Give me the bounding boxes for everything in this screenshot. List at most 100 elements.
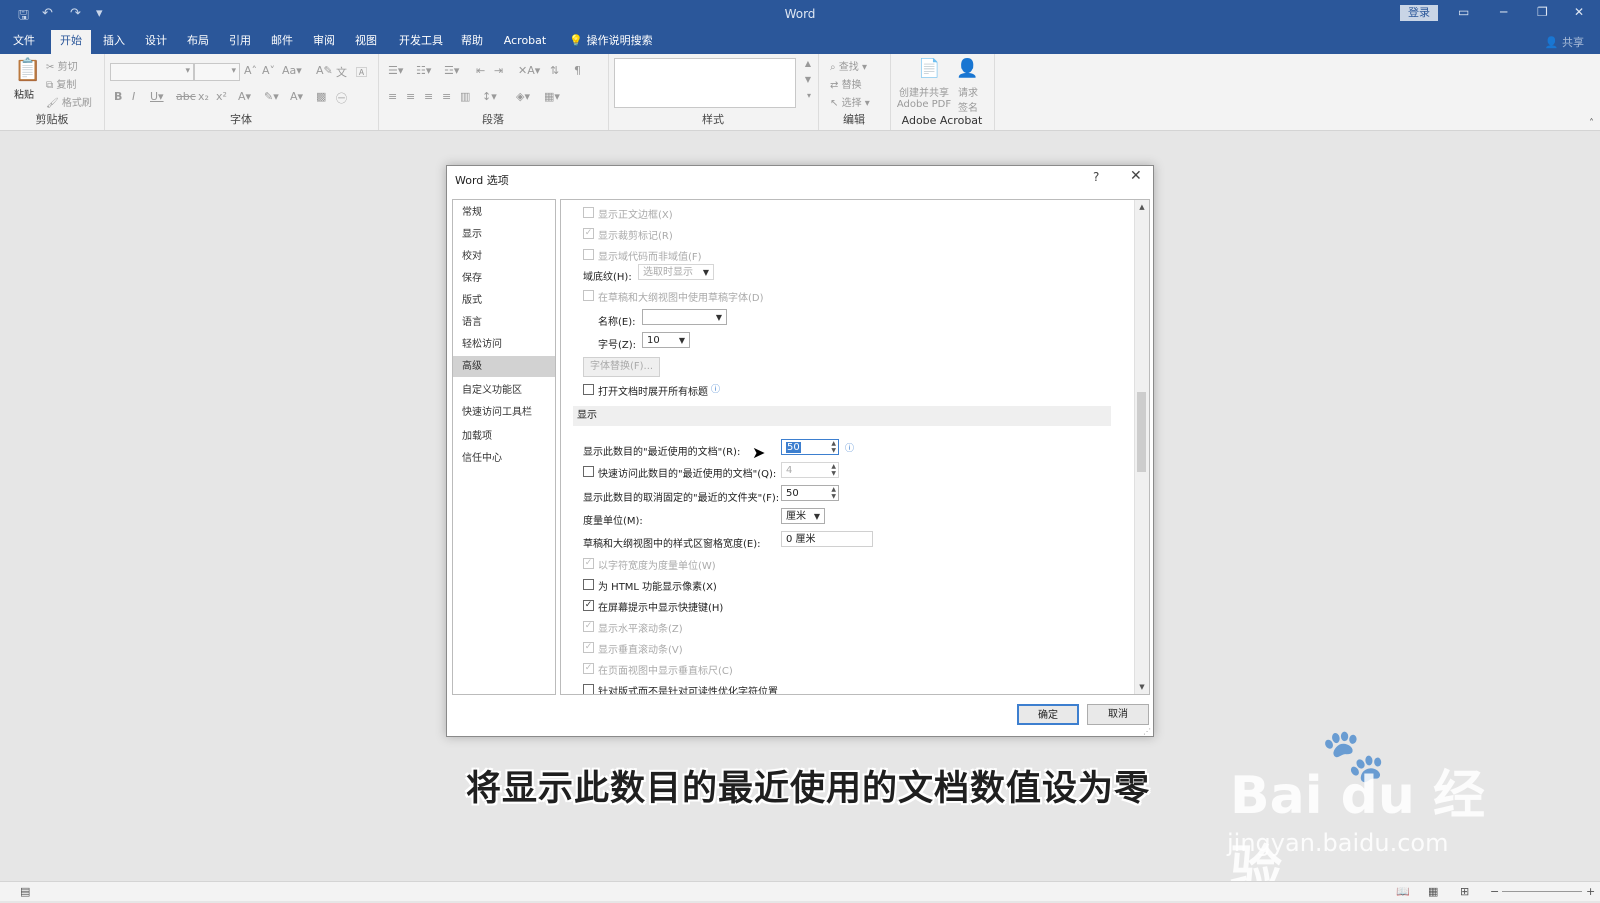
- tab-home[interactable]: 开始: [51, 30, 91, 54]
- nav-advanced[interactable]: 高级: [453, 356, 555, 377]
- nav-language[interactable]: 语言: [453, 312, 555, 333]
- clear-format-icon[interactable]: A✎: [316, 64, 333, 77]
- scroll-up-icon[interactable]: ▲: [1135, 200, 1149, 214]
- asian-layout-icon[interactable]: ✕A▾: [518, 64, 540, 77]
- zoom-slider[interactable]: [1502, 891, 1582, 892]
- create-pdf-icon[interactable]: 📄: [918, 58, 940, 79]
- styles-gallery[interactable]: ▲ ▼ ▾: [614, 58, 811, 108]
- superscript-icon[interactable]: x²: [216, 90, 227, 103]
- restore-icon[interactable]: ❐: [1537, 5, 1548, 19]
- checkbox-horizontal-scroll[interactable]: ✓: [583, 621, 594, 632]
- tell-me-search[interactable]: 💡 操作说明搜索: [566, 30, 656, 54]
- checkbox-optimize-layout[interactable]: [583, 684, 594, 694]
- units-select[interactable]: 厘米 ▼: [781, 508, 825, 524]
- text-effects-icon[interactable]: A▾: [238, 90, 251, 103]
- bullets-icon[interactable]: ☰▾: [388, 64, 403, 77]
- nav-display[interactable]: 显示: [453, 224, 555, 245]
- distributed-icon[interactable]: ▥: [460, 90, 470, 103]
- checkbox-vertical-ruler[interactable]: ✓: [583, 663, 594, 674]
- checkbox-text-boundaries[interactable]: [583, 207, 594, 218]
- zoom-out-icon[interactable]: −: [1490, 885, 1499, 898]
- enclose-char-icon[interactable]: ㊀: [336, 90, 347, 106]
- create-pdf-label[interactable]: 创建并共享 Adobe PDF: [896, 84, 952, 110]
- checkbox-quick-access-recent[interactable]: [583, 466, 594, 477]
- resize-grip-icon[interactable]: ⋰: [1143, 727, 1151, 736]
- scroll-down-icon[interactable]: ▼: [1135, 680, 1149, 694]
- find-button[interactable]: ⌕ 查找 ▾: [830, 58, 867, 73]
- cancel-button[interactable]: 取消: [1087, 704, 1149, 725]
- nav-typography[interactable]: 版式: [453, 290, 555, 311]
- grow-font-icon[interactable]: A˄: [244, 64, 257, 77]
- web-layout-icon[interactable]: ⊞: [1460, 885, 1469, 898]
- nav-add-ins[interactable]: 加载项: [453, 426, 555, 447]
- nav-trust-center[interactable]: 信任中心: [453, 448, 555, 469]
- tab-design[interactable]: 设计: [138, 30, 174, 54]
- ribbon-display-icon[interactable]: ▭: [1458, 5, 1469, 19]
- login-button[interactable]: 登录: [1400, 5, 1438, 21]
- line-spacing-icon[interactable]: ↕▾: [482, 90, 497, 103]
- font-color-icon[interactable]: A▾: [290, 90, 303, 103]
- scroll-thumb[interactable]: [1137, 392, 1146, 472]
- recent-docs-input[interactable]: 50 ▲ ▼: [781, 439, 839, 455]
- highlight-icon[interactable]: ✎▾: [264, 90, 279, 103]
- paste-label[interactable]: 粘贴: [14, 86, 34, 101]
- borders-icon[interactable]: ▦▾: [544, 90, 560, 103]
- font-name-select[interactable]: ▼: [642, 309, 727, 325]
- recent-folders-input[interactable]: 50 ▲ ▼: [781, 485, 839, 501]
- share-button[interactable]: 👤 共享: [1545, 34, 1584, 50]
- tab-help[interactable]: 帮助: [454, 30, 490, 54]
- copy-button[interactable]: ⧉ 复制: [46, 76, 76, 91]
- checkbox-char-width-units[interactable]: ✓: [583, 558, 594, 569]
- help-icon[interactable]: ?: [1093, 170, 1099, 184]
- strikethrough-icon[interactable]: abc: [176, 90, 196, 103]
- nav-quick-access-toolbar[interactable]: 快速访问工具栏: [453, 402, 555, 423]
- read-mode-icon[interactable]: 📖: [1396, 885, 1410, 898]
- checkbox-html-pixels[interactable]: [583, 579, 594, 590]
- paste-icon[interactable]: 📋: [14, 58, 41, 83]
- justify-icon[interactable]: ≡: [442, 90, 451, 103]
- checkbox-expand-headings[interactable]: [583, 384, 594, 395]
- close-window-icon[interactable]: ✕: [1574, 5, 1584, 19]
- nav-proofing[interactable]: 校对: [453, 246, 555, 267]
- font-size-combo[interactable]: ▾: [194, 63, 240, 81]
- cut-button[interactable]: ✂ 剪切: [46, 58, 78, 73]
- tab-insert[interactable]: 插入: [96, 30, 132, 54]
- show-marks-icon[interactable]: ¶: [574, 64, 581, 77]
- sort-icon[interactable]: ⇅: [550, 64, 559, 77]
- tab-acrobat[interactable]: Acrobat: [500, 30, 550, 54]
- change-case-icon[interactable]: Aa▾: [282, 64, 302, 77]
- checkbox-field-codes[interactable]: [583, 249, 594, 260]
- replace-button[interactable]: ⇄ 替换: [830, 76, 862, 91]
- multilevel-list-icon[interactable]: ☲▾: [444, 64, 459, 77]
- font-name-combo[interactable]: ▾: [110, 63, 194, 81]
- increase-indent-icon[interactable]: ⇥: [494, 64, 503, 77]
- ok-button[interactable]: 确定: [1017, 704, 1079, 725]
- bold-icon[interactable]: B: [114, 90, 122, 103]
- select-button[interactable]: ↖ 选择 ▾: [830, 94, 870, 109]
- macro-record-icon[interactable]: ▤: [20, 885, 30, 898]
- request-signature-icon[interactable]: 👤: [956, 58, 978, 79]
- field-shading-select[interactable]: 选取时显示 ▼: [638, 264, 714, 280]
- nav-accessibility[interactable]: 轻松访问: [453, 334, 555, 355]
- zoom-in-icon[interactable]: +: [1586, 885, 1595, 898]
- align-center-icon[interactable]: ≡: [406, 90, 415, 103]
- tab-review[interactable]: 审阅: [306, 30, 342, 54]
- minimize-icon[interactable]: ─: [1500, 5, 1507, 19]
- collapse-ribbon-icon[interactable]: ˄: [1589, 118, 1594, 129]
- options-scrollbar[interactable]: ▲ ▼: [1134, 200, 1149, 694]
- tab-file[interactable]: 文件: [6, 30, 42, 54]
- shading-icon[interactable]: ◈▾: [516, 90, 530, 103]
- align-right-icon[interactable]: ≡: [424, 90, 433, 103]
- italic-icon[interactable]: I: [132, 90, 135, 103]
- shrink-font-icon[interactable]: A˅: [262, 64, 275, 77]
- subscript-icon[interactable]: x₂: [198, 90, 209, 103]
- underline-icon[interactable]: U▾: [150, 90, 164, 103]
- tab-references[interactable]: 引用: [222, 30, 258, 54]
- font-size-select[interactable]: 10 ▼: [642, 332, 690, 348]
- format-painter-button[interactable]: 🖌 格式刷: [46, 94, 92, 109]
- tab-layout[interactable]: 布局: [180, 30, 216, 54]
- tab-mailings[interactable]: 邮件: [264, 30, 300, 54]
- checkbox-vertical-scroll[interactable]: ✓: [583, 642, 594, 653]
- checkbox-draft-font[interactable]: [583, 290, 594, 301]
- align-left-icon[interactable]: ≡: [388, 90, 397, 103]
